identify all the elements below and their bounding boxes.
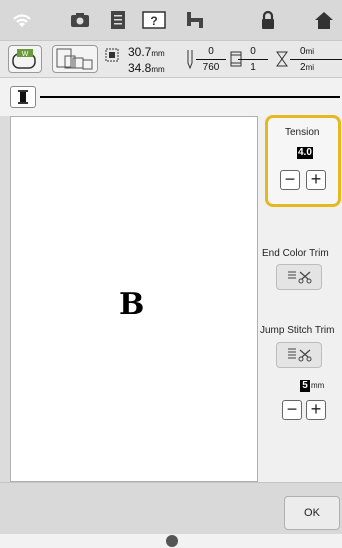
design-size: 30.7mm 34.8mm — [128, 45, 165, 77]
thread-color-line — [40, 96, 340, 98]
jump-stitch-value: 5 — [300, 380, 310, 392]
info-bar: W 30.7mm 34.8mm 0 760 0 1 0mi 2mi — [0, 40, 342, 78]
ok-button[interactable]: OK — [284, 496, 340, 530]
svg-text:W: W — [22, 51, 29, 58]
svg-text:?: ? — [150, 14, 157, 28]
camera-icon[interactable] — [68, 8, 92, 32]
thread-color-bar — [0, 78, 342, 116]
end-color-trim-label: End Color Trim — [262, 248, 329, 259]
preview-glyph: B — [119, 287, 145, 322]
wifi-icon[interactable] — [10, 8, 34, 32]
thread-trim-icon — [288, 271, 312, 284]
help-icon[interactable]: ? — [142, 8, 166, 32]
hourglass-icon — [276, 51, 288, 72]
jump-stitch-trim-label: Jump Stitch Trim — [260, 325, 335, 336]
lock-icon[interactable] — [256, 8, 280, 32]
jump-stitch-plus-button[interactable]: + — [306, 400, 326, 420]
color-count: 0 1 — [238, 44, 268, 75]
embroidery-preview[interactable]: B — [10, 116, 258, 482]
jump-stitch-minus-button[interactable]: − — [282, 400, 302, 420]
tension-minus-button[interactable]: − — [280, 170, 300, 190]
size-icon — [104, 47, 120, 63]
color-total: 1 — [250, 62, 256, 73]
end-color-trim-button[interactable] — [276, 264, 322, 290]
time-unit-bottom: mi — [305, 63, 315, 72]
embroidery-frame-button[interactable]: W — [8, 45, 42, 73]
height-value: 34.8 — [128, 61, 152, 75]
status-bar: ? — [0, 0, 342, 40]
hint-icon[interactable] — [166, 535, 178, 547]
needle-count-icon — [186, 49, 194, 74]
thread-spool-button[interactable] — [10, 86, 36, 108]
width-value: 30.7 — [128, 45, 152, 59]
needle-settings-icon[interactable] — [184, 8, 208, 32]
tension-plus-button[interactable]: + — [306, 170, 326, 190]
tension-label: Tension — [285, 127, 320, 138]
tension-value: 4.0 — [297, 147, 313, 159]
home-icon[interactable] — [312, 8, 336, 32]
stitch-current: 0 — [196, 44, 226, 60]
time-count: 0mi 2mi — [290, 44, 342, 75]
jump-stitch-unit: mm — [311, 381, 325, 390]
width-unit: mm — [151, 49, 165, 58]
height-unit: mm — [151, 65, 165, 74]
document-icon[interactable] — [106, 8, 130, 32]
jump-trim-icon — [288, 348, 312, 362]
stitch-count: 0 760 — [196, 44, 226, 75]
frame-select-button[interactable] — [52, 45, 98, 73]
color-current: 0 — [238, 44, 268, 60]
time-unit-top: mi — [305, 47, 315, 56]
jump-stitch-trim-button[interactable] — [276, 342, 322, 368]
stitch-total: 760 — [202, 62, 220, 73]
